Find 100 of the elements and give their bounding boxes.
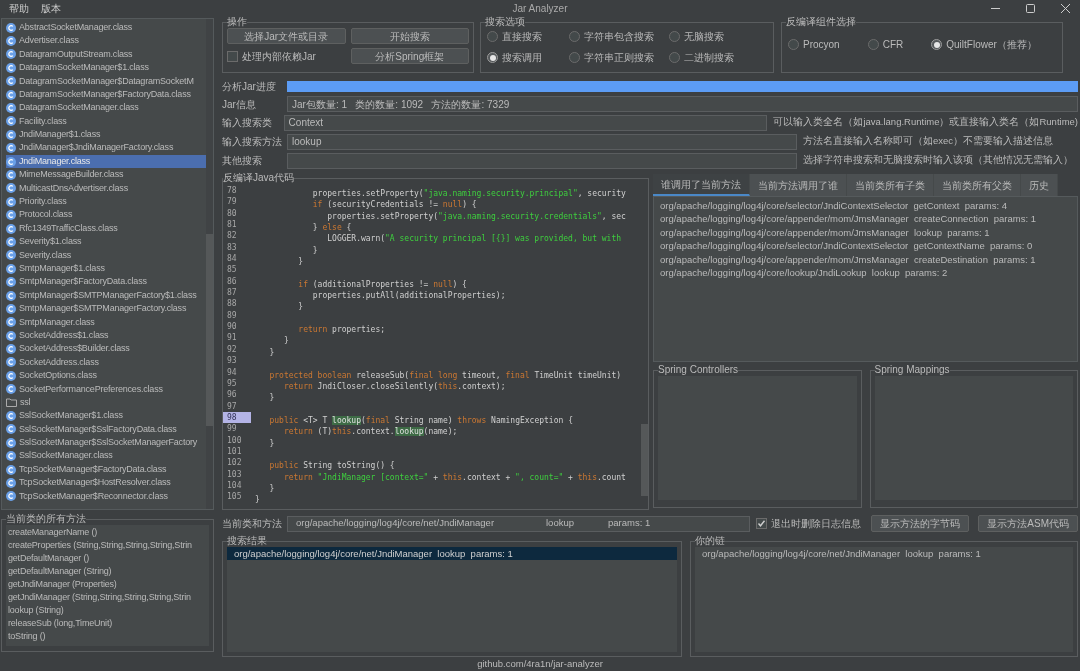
method-item[interactable]: getJndiManager (Properties) [8,578,209,591]
class-icon [6,236,16,247]
tree-item[interactable]: DatagramSocketManager$FactoryData.class [6,87,206,102]
list-item[interactable]: org/apache/logging/log4j/core/lookup/JndiLookup lookup params: 2 [660,265,1077,280]
method-item[interactable]: getDefaultManager (String) [8,565,209,578]
radio-button[interactable]: 字符串正则搜索 [569,50,669,65]
tree-item[interactable]: SslSocketManager$SslSocketManagerFactory [6,436,206,450]
list-item[interactable]: org/apache/logging/log4j/core/appender/mom/JmsManager createConnection params: 1 [660,212,1077,226]
tree-item[interactable]: SmtpManager$SMTPManagerFactory$1.class [6,288,206,303]
checkbox[interactable]: 退出时删除日志信息 [756,516,862,531]
class-icon [6,424,16,435]
radio-button[interactable]: 无脑搜索 [669,29,769,44]
tree-item[interactable]: SslSocketManager.class [6,449,206,463]
radio-button[interactable]: QuiltFlower（推荐） [931,37,1037,52]
list-item[interactable]: org/apache/logging/log4j/core/selector/JndiContextSelector getContextName params: 0 [660,239,1077,253]
list-item[interactable]: org/apache/logging/log4j/core/appender/mom/JmsManager createDestination params: 1 [660,252,1077,266]
radio-button[interactable]: 字符串包含搜索 [569,29,669,44]
method-item[interactable]: getDefaultManager () [8,552,209,565]
input-field[interactable]: lookup [287,133,797,150]
line-number: 92 [226,343,238,356]
class-icon [6,477,16,488]
tree-item[interactable]: MulticastDnsAdvertiser.class [6,181,206,196]
tree-item[interactable]: JndiManager$1.class [6,128,206,142]
window-title: Jar Analyzer [512,1,568,16]
code-line: } [268,483,275,493]
radio-button[interactable]: 二进制搜索 [669,50,769,65]
group-title: 搜索选项 [485,16,525,28]
radio-button[interactable]: Procyon [788,37,840,52]
tree-item[interactable]: SslSocketManager$SslFactoryData.class [6,422,206,437]
maximize-icon[interactable] [1026,3,1035,13]
tree-item[interactable]: SmtpManager$1.class [6,262,206,276]
code-line: } [268,393,275,403]
method-item[interactable]: releaseSub (long,TimeUnit) [8,617,209,630]
chain-item[interactable]: org/apache/logging/log4j/core/net/JndiManager lookup params: 1 [702,547,1073,561]
tree-item[interactable]: Severity.class [6,248,206,263]
tree-item[interactable]: SmtpManager$SMTPManagerFactory.class [6,302,206,316]
tree-item[interactable]: DatagramSocketManager$DatagramSocketM [6,74,206,88]
input-field[interactable] [287,152,797,169]
method-item[interactable]: toString () [8,630,209,643]
result-item[interactable]: org/apache/logging/log4j/core/net/JndiManager lookup params: 1 [227,547,677,561]
method-item[interactable]: getJndiManager (String,String,String,String,Strin [8,591,209,604]
method-item[interactable]: createManagerName () [8,526,209,539]
line-number: 80 [226,207,238,220]
tree-item[interactable]: SmtpManager.class [6,315,206,329]
method-item[interactable]: lookup (String) [8,604,209,617]
tree-item[interactable]: Protocol.class [6,208,206,222]
tree-item[interactable]: SocketAddress.class [6,355,206,370]
tree-item[interactable]: DatagramOutputStream.class [6,47,206,62]
code-line: if (securityCredentials != null) { [311,200,477,210]
list-item[interactable]: org/apache/logging/log4j/core/selector/JndiContextSelector getContext params: 4 [660,199,1077,213]
tab[interactable]: 谁调用了当前方法 [653,174,750,196]
tree-item[interactable]: ssl [6,395,206,410]
field-label: Jar信息 [222,97,257,112]
tree-item[interactable]: TcpSocketManager$FactoryData.class [6,462,206,477]
action-button[interactable]: 开始搜索 [350,28,469,44]
footer-link[interactable]: github.com/4ra1n/jar-analyzer [477,656,603,671]
tree-item[interactable]: SocketAddress$Builder.class [6,342,206,356]
tree-item[interactable]: TcpSocketManager$HostResolver.class [6,476,206,490]
tree-item[interactable]: SocketOptions.class [6,369,206,383]
current-method-field[interactable]: org/apache/logging/log4j/core/net/JndiManager lookup params: 1 [287,515,751,532]
line-number: 79 [226,196,238,208]
class-icon [6,103,16,114]
action-button[interactable]: 显示方法的字节码 [871,515,970,532]
class-icon [6,196,16,207]
tree-item[interactable]: SocketAddress$1.class [6,329,206,343]
method-item[interactable]: createProperties (String,String,String,String,Strin [8,539,209,552]
list-item[interactable]: org/apache/logging/log4j/core/appender/mom/JmsManager lookup params: 1 [660,225,1077,240]
class-icon [6,156,16,167]
tree-item[interactable]: DatagramSocketManager$1.class [6,61,206,75]
tree-item[interactable]: MimeMessageBuilder.class [6,168,206,182]
line-number: 94 [226,366,238,378]
line-number: 95 [226,377,238,390]
tree-item[interactable]: Rfc1349TrafficClass.class [6,221,206,236]
tree-item[interactable]: JndiManager$JndiManagerFactory.class [6,141,206,155]
menu-item[interactable]: 版本 [41,0,61,16]
checkbox[interactable]: 处理内部依赖Jar [227,48,346,64]
close-icon[interactable] [1061,3,1070,13]
class-icon [6,344,16,355]
tree-item[interactable]: Facility.class [6,114,206,129]
class-icon [6,76,16,87]
line-number: 87 [226,287,238,299]
tree-item[interactable]: JndiManager.class [6,154,206,169]
tree-item[interactable]: Severity$1.class [6,235,206,249]
tree-item[interactable]: SslSocketManager$1.class [6,409,206,423]
radio-button[interactable]: 搜索调用 [487,50,569,65]
action-button[interactable]: 分析Spring框架 [350,48,469,64]
tree-item[interactable]: DatagramSocketManager.class [6,101,206,115]
tree-item[interactable]: Priority.class [6,195,206,209]
tree-item[interactable]: SmtpManager$FactoryData.class [6,275,206,289]
menu-item[interactable]: 帮助 [9,0,29,16]
tree-item[interactable]: TcpSocketManager$Reconnector.class [6,489,206,504]
radio-button[interactable]: 直接搜索 [487,29,569,44]
input-field[interactable]: Context [283,114,768,131]
radio-button[interactable]: CFR [867,37,904,52]
action-button[interactable]: 显示方法ASM代码 [978,515,1078,532]
action-button[interactable]: 选择Jar文件或目录 [227,28,346,44]
tree-item[interactable]: AbstractSocketManager.class [6,21,206,35]
tree-item[interactable]: Advertiser.class [6,34,206,48]
tree-item[interactable]: SocketPerformancePreferences.class [6,382,206,396]
scrollbar[interactable] [206,19,213,509]
